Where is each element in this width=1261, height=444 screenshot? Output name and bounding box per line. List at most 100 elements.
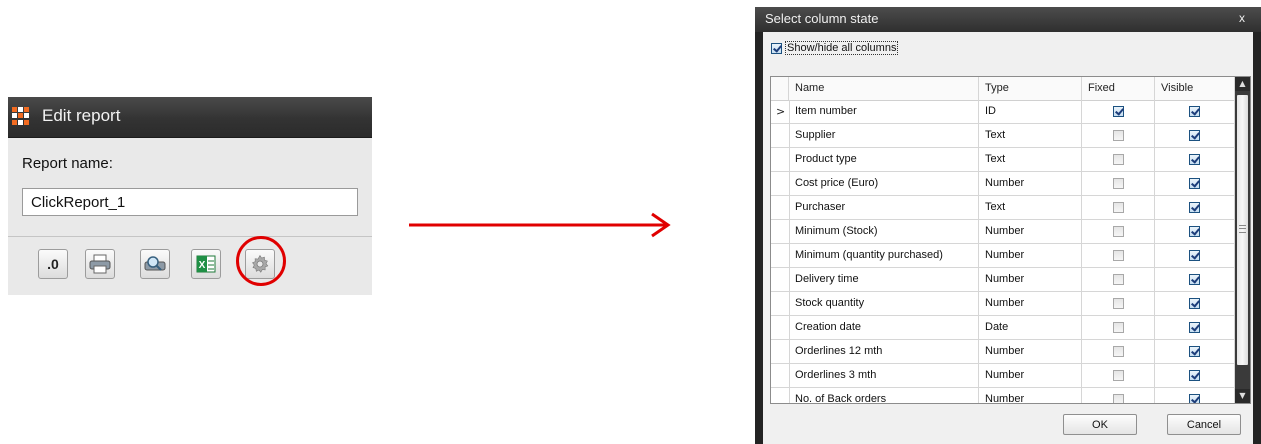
cell-type: Text <box>979 148 1082 171</box>
fixed-checkbox[interactable] <box>1112 178 1124 189</box>
ok-button[interactable]: OK <box>1063 414 1137 435</box>
fixed-checkbox[interactable] <box>1112 394 1124 403</box>
table-row[interactable]: No. of Back orders Number <box>771 388 1235 403</box>
cell-type: Text <box>979 124 1082 147</box>
current-row-icon: > <box>776 105 786 118</box>
scroll-grip-icon <box>1239 225 1246 233</box>
cell-visible <box>1155 388 1235 403</box>
visible-checkbox[interactable] <box>1189 202 1200 213</box>
table-row[interactable]: Minimum (Stock) Number <box>771 220 1235 244</box>
fixed-checkbox[interactable] <box>1112 202 1124 213</box>
fixed-checkbox[interactable] <box>1112 250 1124 261</box>
cell-visible <box>1155 292 1235 315</box>
app-grid-tile <box>12 113 17 119</box>
table-row[interactable]: > Item number ID <box>771 100 1235 124</box>
cell-type: Number <box>979 220 1082 243</box>
cell-visible <box>1155 196 1235 219</box>
fixed-checkbox[interactable] <box>1112 322 1124 333</box>
row-indicator <box>771 364 790 387</box>
table-row[interactable]: Product type Text <box>771 148 1235 172</box>
table-row[interactable]: Purchaser Text <box>771 196 1235 220</box>
fixed-checkbox[interactable] <box>1112 226 1124 237</box>
column-state-grid: Name Type Fixed Visible > Item number ID Su… <box>770 76 1251 404</box>
app-grid-tile <box>18 119 23 125</box>
cell-visible <box>1155 340 1235 363</box>
table-row[interactable]: Supplier Text <box>771 124 1235 148</box>
visible-checkbox[interactable] <box>1189 274 1200 285</box>
cell-visible <box>1155 268 1235 291</box>
cancel-button[interactable]: Cancel <box>1167 414 1241 435</box>
fixed-checkbox[interactable] <box>1112 130 1124 141</box>
cell-fixed <box>1082 268 1155 291</box>
show-hide-all-checkbox[interactable]: Show/hide all columns <box>771 41 899 55</box>
visible-checkbox[interactable] <box>1189 346 1200 357</box>
fixed-checkbox[interactable] <box>1112 274 1124 285</box>
visible-checkbox[interactable] <box>1189 178 1200 189</box>
app-grid-icon <box>12 107 30 125</box>
grid-scrollbar[interactable]: ▲ ▼ <box>1235 77 1250 403</box>
fixed-checkbox[interactable] <box>1112 154 1124 165</box>
report-name-input[interactable] <box>22 188 358 216</box>
show-hide-all-check-icon[interactable] <box>771 42 782 54</box>
visible-checkbox[interactable] <box>1189 106 1200 117</box>
row-indicator <box>771 220 790 243</box>
visible-checkbox[interactable] <box>1189 130 1200 141</box>
visible-checkbox[interactable] <box>1189 298 1200 309</box>
cell-name: Orderlines 3 mth <box>789 364 979 387</box>
report-toolbar: .0 X <box>8 236 372 295</box>
table-row[interactable]: Minimum (quantity purchased) Number <box>771 244 1235 268</box>
excel-export-button[interactable]: X <box>191 249 221 279</box>
scrollbar-thumb[interactable] <box>1237 95 1248 365</box>
table-row[interactable]: Creation date Date <box>771 316 1235 340</box>
header-visible[interactable]: Visible <box>1155 77 1235 100</box>
row-indicator <box>771 388 790 403</box>
scroll-up-icon[interactable]: ▲ <box>1235 77 1250 91</box>
fixed-checkbox[interactable] <box>1112 298 1124 309</box>
svg-text:X: X <box>199 260 206 271</box>
visible-checkbox[interactable] <box>1189 154 1200 165</box>
visible-checkbox[interactable] <box>1189 226 1200 237</box>
cell-name: Stock quantity <box>789 292 979 315</box>
cell-visible <box>1155 172 1235 195</box>
cell-fixed <box>1082 244 1155 267</box>
cell-fixed <box>1082 100 1155 123</box>
cell-fixed <box>1082 292 1155 315</box>
table-row[interactable]: Cost price (Euro) Number <box>771 172 1235 196</box>
scroll-down-icon[interactable]: ▼ <box>1235 389 1250 403</box>
fixed-checkbox[interactable] <box>1112 106 1124 117</box>
app-grid-tile <box>18 107 23 112</box>
cell-fixed <box>1082 220 1155 243</box>
decimal-button[interactable]: .0 <box>38 249 68 279</box>
table-row[interactable]: Orderlines 12 mth Number <box>771 340 1235 364</box>
grid-header: Name Type Fixed Visible <box>771 77 1235 101</box>
cell-visible <box>1155 100 1235 123</box>
edit-report-titlebar: Edit report <box>8 97 372 138</box>
table-row[interactable]: Delivery time Number <box>771 268 1235 292</box>
header-fixed[interactable]: Fixed <box>1082 77 1155 100</box>
header-type[interactable]: Type <box>979 77 1082 100</box>
visible-checkbox[interactable] <box>1189 370 1200 381</box>
header-name[interactable]: Name <box>789 77 979 100</box>
table-row[interactable]: Orderlines 3 mth Number <box>771 364 1235 388</box>
row-indicator <box>771 148 790 171</box>
cell-name: Item number <box>789 100 979 123</box>
dialog-body: Show/hide all columns Name Type Fixed Vi… <box>763 32 1253 444</box>
visible-checkbox[interactable] <box>1189 394 1200 403</box>
preview-button[interactable] <box>140 249 170 279</box>
cell-visible <box>1155 316 1235 339</box>
print-icon <box>89 254 111 274</box>
fixed-checkbox[interactable] <box>1112 346 1124 357</box>
print-button[interactable] <box>85 249 115 279</box>
right-arrow-icon <box>409 212 671 238</box>
fixed-checkbox[interactable] <box>1112 370 1124 381</box>
cell-visible <box>1155 244 1235 267</box>
cell-type: Text <box>979 196 1082 219</box>
table-row[interactable]: Stock quantity Number <box>771 292 1235 316</box>
dialog-close-button[interactable]: x <box>1239 11 1245 25</box>
select-column-state-dialog: Select column state x Show/hide all colu… <box>755 7 1261 444</box>
cell-name: Cost price (Euro) <box>789 172 979 195</box>
visible-checkbox[interactable] <box>1189 250 1200 261</box>
visible-checkbox[interactable] <box>1189 322 1200 333</box>
app-grid-tile <box>12 119 17 125</box>
cell-fixed <box>1082 316 1155 339</box>
